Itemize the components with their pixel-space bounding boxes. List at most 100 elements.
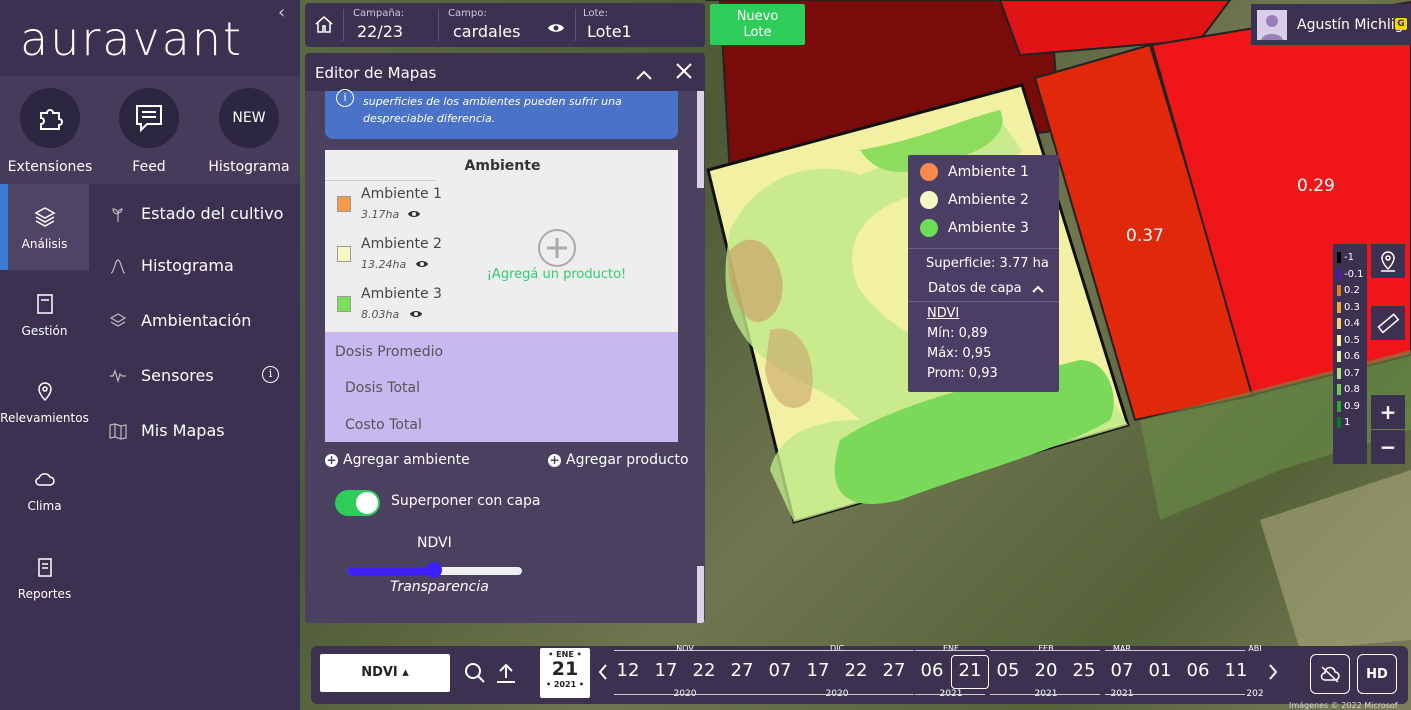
scale-value: 0.3 [1344,301,1360,313]
field-selector-bar: Campaña: 22/23 Campo: cardales Lote: Lot… [305,3,705,47]
dosis-promedio-label: Dosis Promedio [335,344,444,360]
histograma-quick-button[interactable]: NEW Histograma [199,88,299,175]
map-icon [109,422,127,440]
timeline-day[interactable]: 22 [841,660,871,681]
location-pin-icon [1381,251,1395,272]
cloud-icon [34,473,55,486]
info-text-line2: despreciable diferencia. [363,112,496,125]
ambiente-color-swatch[interactable] [337,196,351,212]
divider [908,248,1059,249]
timeline-day[interactable]: 11 [1221,660,1251,681]
cloud-filter-button[interactable] [1310,654,1350,694]
zoom-out-button[interactable]: − [1371,430,1405,464]
rail-item-analisis[interactable]: Análisis [0,205,89,251]
campana-select[interactable]: 22/23 [357,22,403,41]
upload-icon[interactable] [495,662,517,688]
ambiente-color-swatch[interactable] [337,246,351,262]
nuevo-lote-line1: Nuevo [736,9,779,24]
selected-date-card[interactable]: • ENE • 21 • 2021 • [540,648,590,698]
home-icon[interactable] [313,13,335,39]
scale-step: 0.2 [1337,285,1360,296]
legend-dot [920,219,938,237]
feed-button[interactable]: Feed [99,88,199,175]
submenu-mis-mapas[interactable]: Mis Mapas [109,421,225,440]
submenu-ambientacion[interactable]: Ambientación [109,311,251,330]
collapse-sidebar-icon[interactable]: ‹ [278,2,285,23]
extensions-button[interactable]: Extensiones [0,88,100,175]
rail-item-relevamientos[interactable]: Relevamientos [0,379,89,425]
eye-icon[interactable] [547,19,565,38]
rail-item-clima[interactable]: Clima [0,467,89,513]
timeline-day[interactable]: 20 [1031,660,1061,681]
transparency-handle[interactable] [426,562,442,578]
divider [343,9,344,41]
user-menu[interactable]: Agustín Michlig G [1251,4,1411,45]
timeline-month-rule [764,650,914,651]
scale-step: 0.7 [1337,367,1360,379]
add-product-link[interactable]: ¡Agregá un producto! [435,267,678,282]
chevron-left-icon[interactable] [598,664,608,684]
ambiente-area: 8.03ha [361,308,400,321]
submenu-sensores[interactable]: Sensores [109,366,214,385]
timeline-day[interactable]: 06 [1183,660,1213,681]
campo-select[interactable]: cardales [453,22,520,41]
timeline-month-rule [1105,694,1245,695]
timeline-day[interactable]: 07 [1107,660,1137,681]
timeline-day[interactable]: 27 [879,660,909,681]
eye-icon[interactable] [407,208,421,222]
timeline-day[interactable]: 05 [993,660,1023,681]
scale-swatch [1337,400,1341,412]
timeline-day[interactable]: 07 [765,660,795,681]
add-producto-button[interactable]: + Agregar producto [548,452,689,468]
zoom-in-button[interactable]: + [1371,395,1405,429]
collapse-chevron-up-icon[interactable] [636,65,652,84]
timeline-day[interactable]: 17 [651,660,681,681]
plus-circle-icon: + [548,452,561,467]
eye-icon[interactable] [415,258,429,272]
datos-capa-toggle[interactable]: Datos de capa [928,281,1044,296]
scale-swatch [1337,268,1341,280]
lote-select[interactable]: Lote1 [587,22,632,41]
rail-label: Gestión [21,324,68,338]
submenu-estado-cultivo[interactable]: Estado del cultivo [109,204,283,223]
location-pin-button[interactable] [1371,244,1405,278]
submenu-label: Histograma [141,256,234,275]
timeline-day-selected[interactable]: 21 [955,660,985,681]
nuevo-lote-button[interactable]: Nuevo Lote [710,4,805,45]
timeline-month-rule [915,650,985,651]
timeline-day[interactable]: 22 [689,660,719,681]
add-ambiente-button[interactable]: + Agregar ambiente [325,452,470,468]
submenu-histograma[interactable]: Histograma [109,256,234,275]
timeline-day[interactable]: 01 [1145,660,1175,681]
timeline-day[interactable]: 12 [613,660,643,681]
close-icon[interactable] [676,63,692,83]
timeline-day[interactable]: 17 [803,660,833,681]
timeline-month-rule [990,694,1100,695]
timeline-day[interactable]: 06 [917,660,947,681]
rail-label: Relevamientos [0,411,89,425]
scale-swatch [1337,301,1341,313]
sensores-info-icon[interactable]: i [262,366,279,383]
scale-value: 0.9 [1344,400,1360,412]
scale-swatch [1337,417,1341,428]
scrollbar-thumb[interactable] [697,188,704,566]
scale-step: 0.3 [1337,301,1360,313]
measure-ruler-button[interactable] [1371,306,1405,340]
hd-button[interactable]: HD [1357,654,1397,694]
scale-swatch [1337,384,1341,395]
search-icon[interactable] [464,662,486,688]
scale-step: 0.5 [1337,334,1360,346]
add-circle-icon[interactable] [537,228,577,272]
timeline-day[interactable]: 25 [1069,660,1099,681]
chevron-right-icon[interactable] [1268,664,1278,684]
timeline-day[interactable]: 27 [727,660,757,681]
rail-item-gestion[interactable]: Gestión [0,292,89,338]
ambiente-color-swatch[interactable] [337,296,351,312]
eye-icon[interactable] [409,308,423,322]
submenu-label: Estado del cultivo [141,204,284,223]
scale-step: 0.8 [1337,384,1360,395]
stack-icon [109,312,127,327]
layer-select-button[interactable]: NDVI ▴ [320,654,450,692]
rail-item-reportes[interactable]: Reportes [0,555,89,601]
date-day: 21 [551,658,579,680]
